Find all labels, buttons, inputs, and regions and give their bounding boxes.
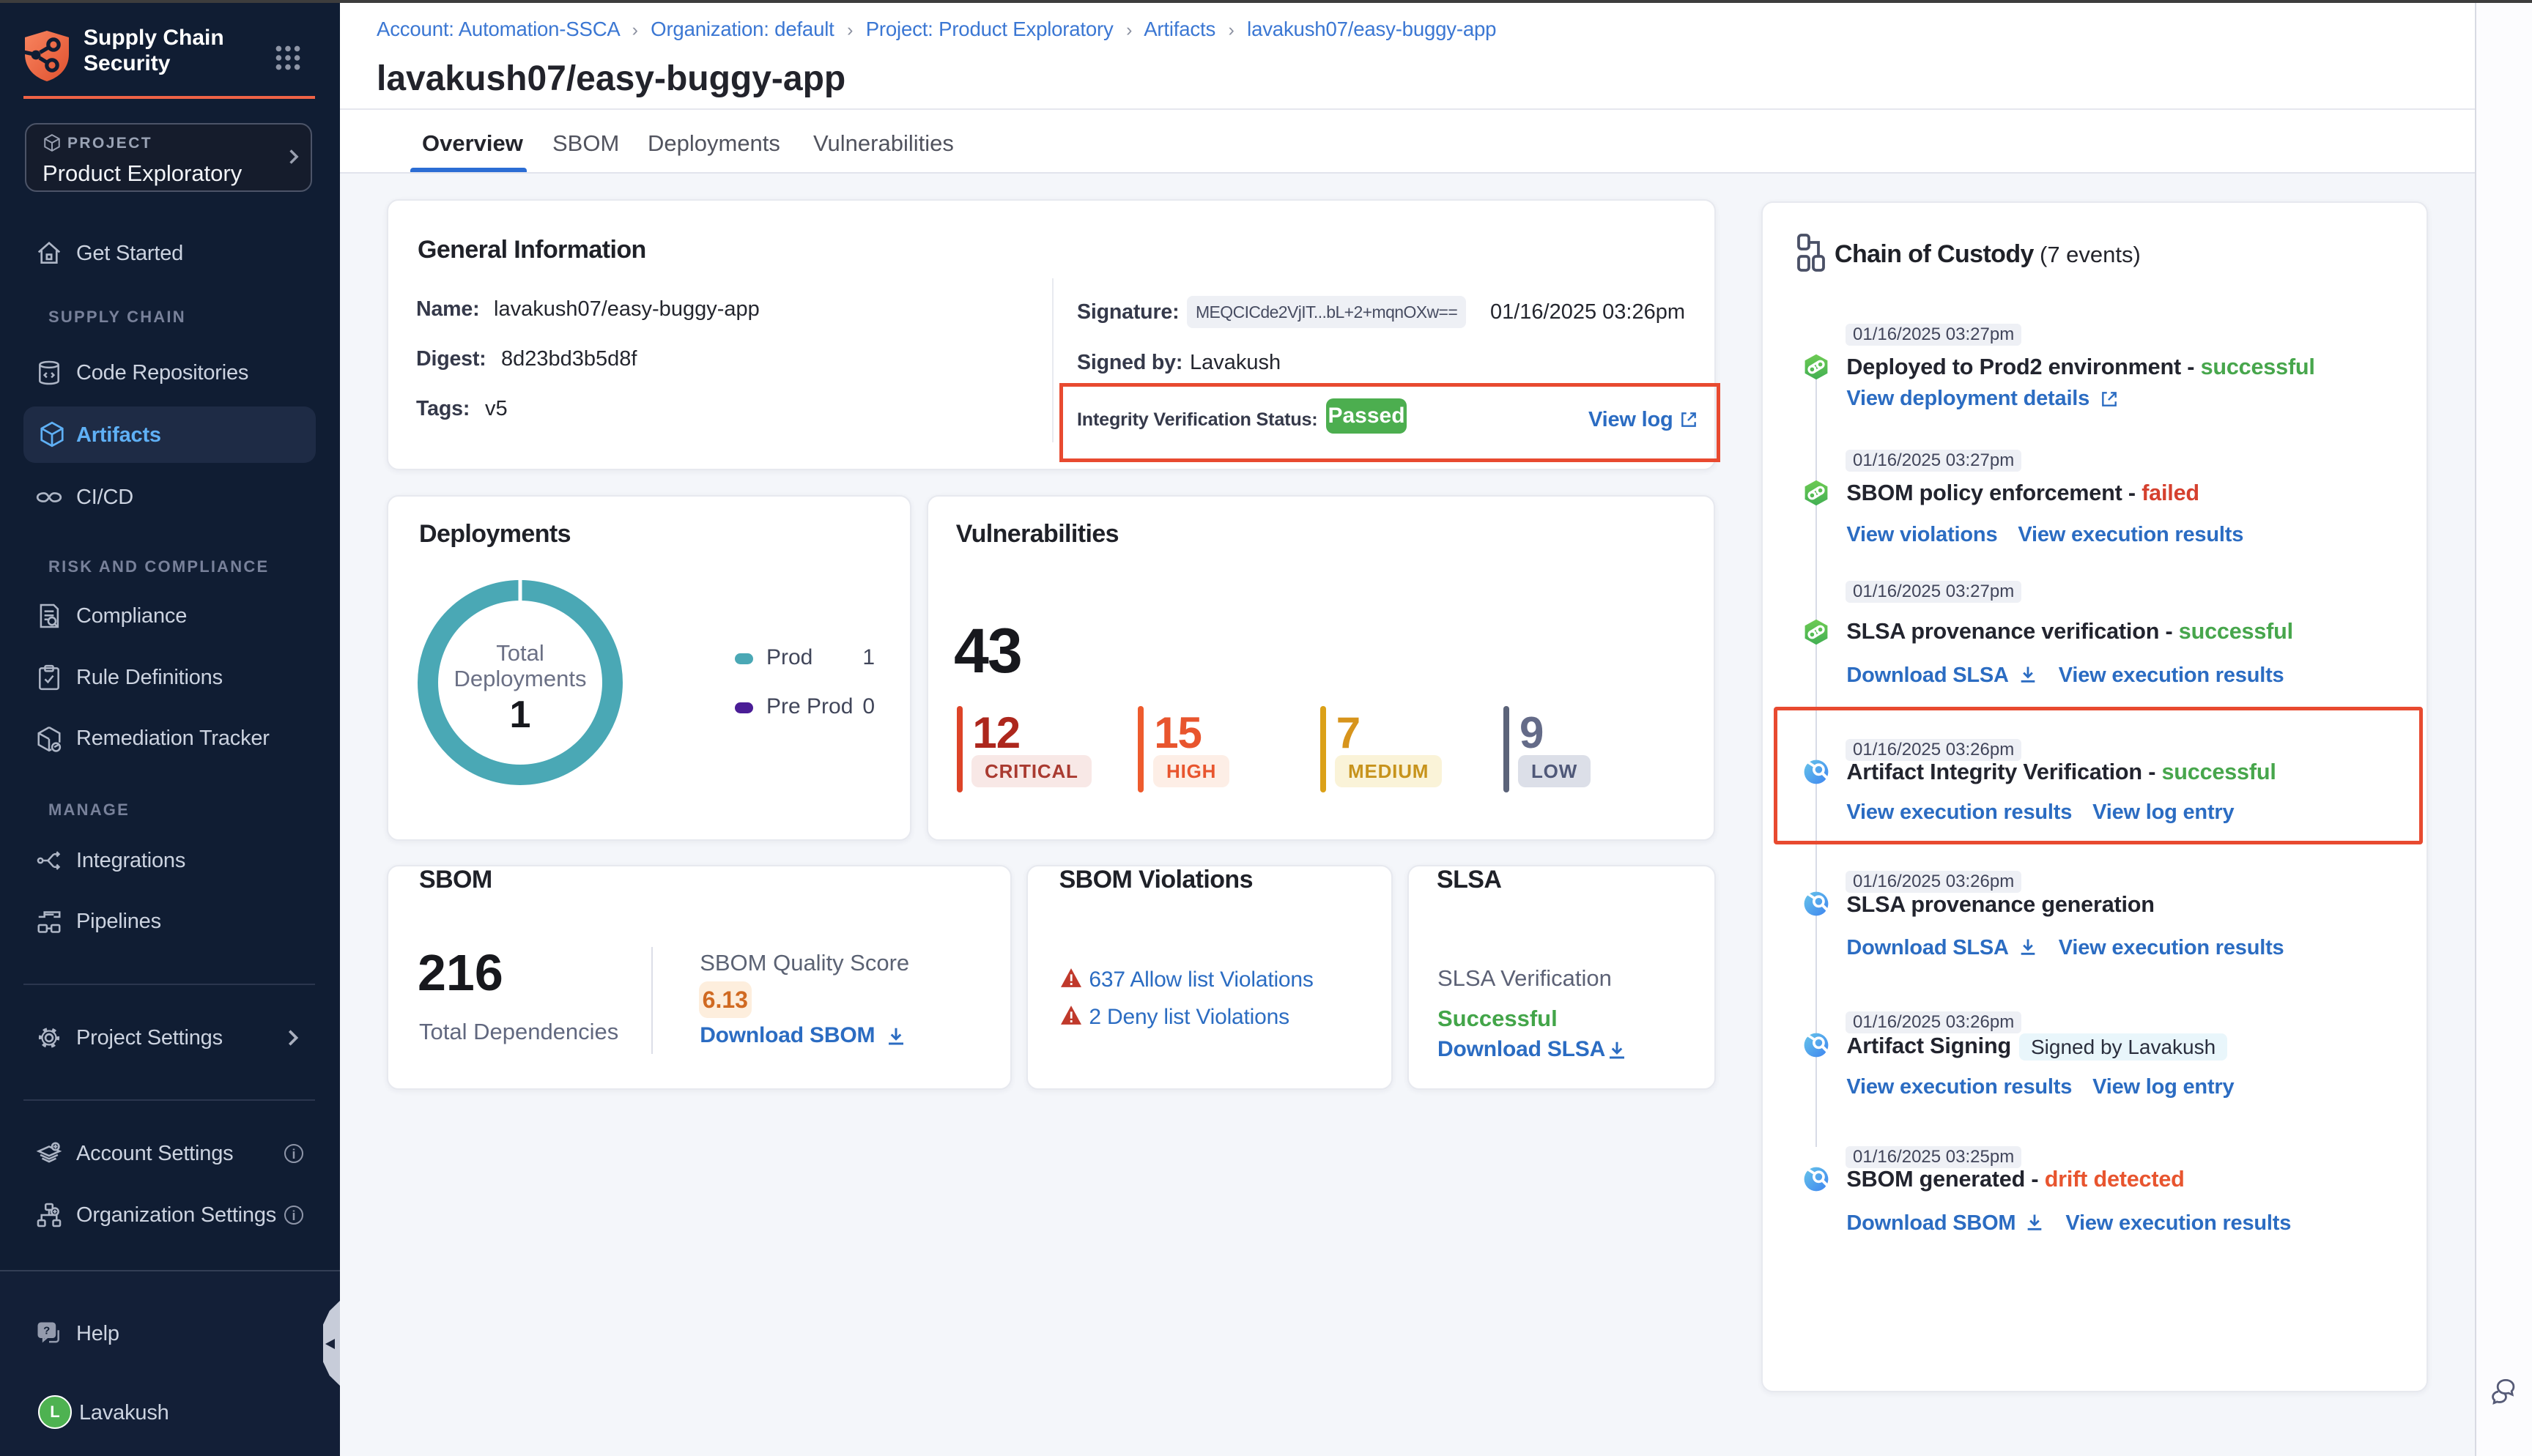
svg-text:?: ?: [43, 1324, 50, 1337]
